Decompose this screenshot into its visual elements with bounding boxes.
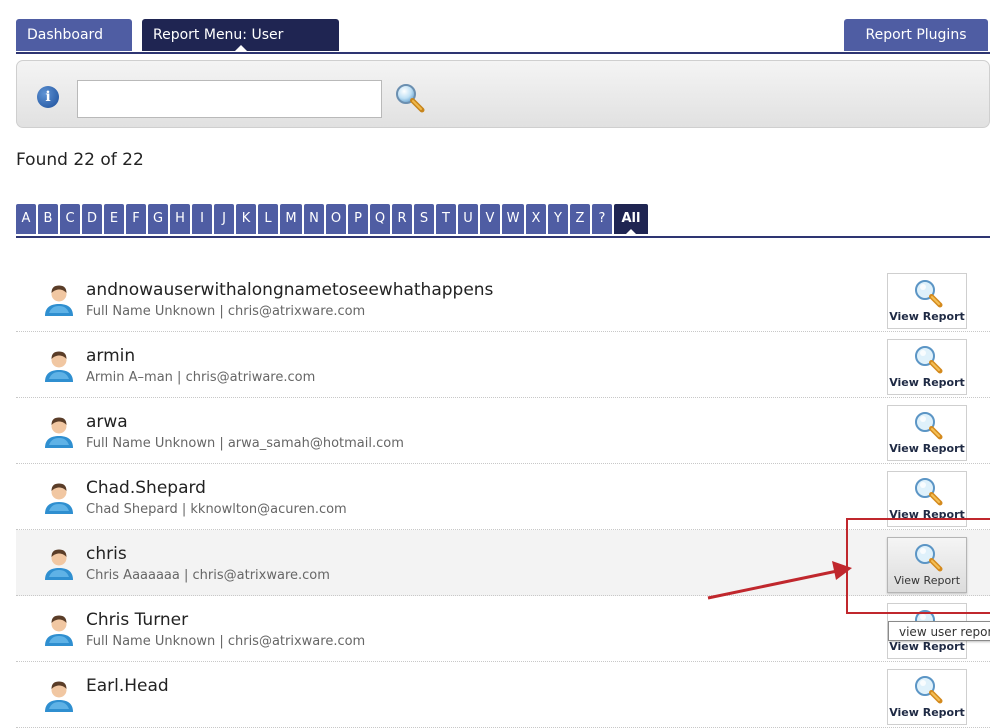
view-report-button[interactable]: View Report (887, 273, 967, 329)
letter-filter-other[interactable]: ? (592, 204, 612, 234)
user-row: Earl.Head View Report (16, 662, 990, 728)
letter-filter-t[interactable]: T (436, 204, 456, 234)
user-details: Chris Aaaaaaa | chris@atrixware.com (86, 568, 330, 583)
letter-filter-y[interactable]: Y (548, 204, 568, 234)
user-avatar-icon (43, 283, 75, 317)
magnifier-icon (913, 278, 943, 308)
user-name[interactable]: Chad.Shepard (86, 478, 206, 498)
user-avatar-icon (43, 547, 75, 581)
letter-filter-j[interactable]: J (214, 204, 234, 234)
view-report-button[interactable]: View Report (887, 339, 967, 395)
search-panel: i (16, 60, 990, 128)
letter-filter-g[interactable]: G (148, 204, 168, 234)
user-row: armin Armin A–man | chris@atriware.com Vie… (16, 332, 990, 398)
magnifier-icon (396, 84, 425, 113)
letter-filter-b[interactable]: B (38, 204, 58, 234)
view-report-label: View Report (889, 310, 965, 323)
letter-filter-p[interactable]: P (348, 204, 368, 234)
view-report-label: View Report (889, 442, 965, 455)
alphabet-filter: A B C D E F G H I J K L M N O P Q R S T U V W X Y Z? All (16, 203, 990, 238)
user-details: Chad Shepard | kknowlton@acuren.com (86, 502, 347, 517)
user-row: chris Chris Aaaaaaa | chris@atrixware.com… (16, 530, 990, 596)
user-details: Full Name Unknown | chris@atrixware.com (86, 304, 366, 319)
info-icon[interactable]: i (37, 86, 59, 108)
letter-filter-v[interactable]: V (480, 204, 500, 234)
letter-filter-l[interactable]: L (258, 204, 278, 234)
user-details: Full Name Unknown | chris@atrixware.com (86, 634, 366, 649)
top-tab-bar: Dashboard Report Menu: User Report Plugi… (16, 0, 990, 54)
letter-filter-u[interactable]: U (458, 204, 478, 234)
letter-filter-z[interactable]: Z (570, 204, 590, 234)
tab-dashboard[interactable]: Dashboard (16, 19, 132, 51)
search-input[interactable] (77, 80, 382, 118)
user-name[interactable]: armin (86, 346, 135, 366)
letter-filter-s[interactable]: S (414, 204, 434, 234)
user-row: arwa Full Name Unknown | arwa_samah@hotma… (16, 398, 990, 464)
magnifier-icon (913, 476, 943, 506)
letter-filter-i[interactable]: I (192, 204, 212, 234)
user-row: Chris Turner Full Name Unknown | chris@at… (16, 596, 990, 662)
view-report-button[interactable]: View Report (887, 669, 967, 725)
search-button[interactable] (393, 81, 427, 117)
user-name[interactable]: Chris Turner (86, 610, 188, 630)
letter-filter-all[interactable]: All (614, 204, 648, 234)
view-report-label: View Report (889, 376, 965, 389)
user-row: andnowauserwithalongnametoseewhathappens… (16, 266, 990, 332)
user-avatar-icon (43, 481, 75, 515)
letter-filter-f[interactable]: F (126, 204, 146, 234)
user-name[interactable]: Earl.Head (86, 676, 169, 696)
results-count: Found 22 of 22 (16, 150, 144, 170)
magnifier-icon (913, 674, 943, 704)
magnifier-icon (913, 410, 943, 440)
user-name[interactable]: chris (86, 544, 127, 564)
letter-filter-d[interactable]: D (82, 204, 102, 234)
letter-filter-m[interactable]: M (280, 204, 302, 234)
view-report-tooltip: view user report (888, 621, 990, 641)
letter-filter-c[interactable]: C (60, 204, 80, 234)
user-row: Chad.Shepard Chad Shepard | kknowlton@acu… (16, 464, 990, 530)
letter-filter-h[interactable]: H (170, 204, 190, 234)
view-report-button[interactable]: View Report (887, 405, 967, 461)
user-avatar-icon (43, 613, 75, 647)
user-avatar-icon (43, 415, 75, 449)
letter-filter-n[interactable]: N (304, 204, 324, 234)
user-name[interactable]: andnowauserwithalongnametoseewhathappens (86, 280, 493, 300)
user-list: andnowauserwithalongnametoseewhathappens… (16, 266, 990, 728)
letter-filter-o[interactable]: O (326, 204, 346, 234)
letter-filter-q[interactable]: Q (370, 204, 390, 234)
tab-report-plugins[interactable]: Report Plugins (844, 19, 988, 51)
user-avatar-icon (43, 349, 75, 383)
user-avatar-icon (43, 679, 75, 713)
annotation-highlight-box (846, 518, 990, 614)
letter-filter-k[interactable]: K (236, 204, 256, 234)
user-details: Full Name Unknown | arwa_samah@hotmail.c… (86, 436, 404, 451)
tab-report-menu-user[interactable]: Report Menu: User (142, 19, 339, 51)
letter-filter-w[interactable]: W (502, 204, 524, 234)
magnifier-icon (913, 344, 943, 374)
letter-filter-a[interactable]: A (16, 204, 36, 234)
view-report-label: View Report (889, 706, 965, 719)
letter-filter-e[interactable]: E (104, 204, 124, 234)
user-details: Armin A–man | chris@atriware.com (86, 370, 316, 385)
user-name[interactable]: arwa (86, 412, 128, 432)
view-report-label: View Report (889, 640, 965, 653)
letter-filter-x[interactable]: X (526, 204, 546, 234)
letter-filter-r[interactable]: R (392, 204, 412, 234)
